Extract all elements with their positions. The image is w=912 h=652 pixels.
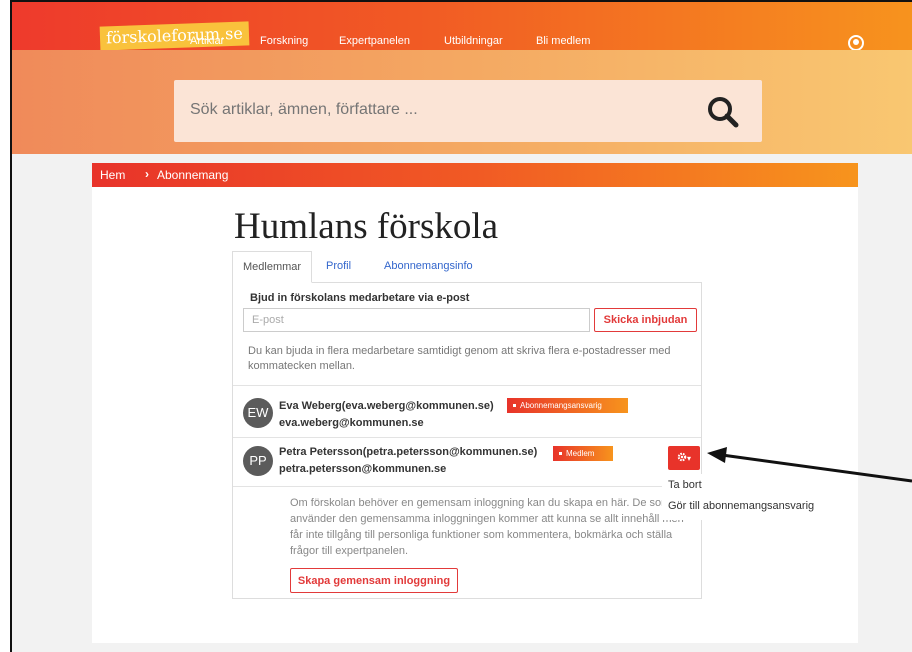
breadcrumb: Hem › Abonnemang (92, 163, 858, 187)
member-name: Eva Weberg(eva.weberg@kommunen.se) (279, 400, 494, 412)
member-email: eva.weberg@kommunen.se (279, 417, 424, 429)
tab-abonnemangsinfo[interactable]: Abonnemangsinfo (374, 251, 483, 283)
divider (233, 385, 701, 386)
site-logo[interactable]: förskoleforum.se (99, 21, 250, 51)
browser-viewport: förskoleforum.se Artiklar Forskning Expe… (10, 0, 912, 652)
member-email: petra.petersson@kommunen.se (279, 463, 447, 475)
status-badge: Medlem (553, 446, 613, 461)
nav-link-bli-medlem[interactable]: Bli medlem (536, 35, 590, 47)
shared-login-description: Om förskolan behöver en gemensam inloggn… (290, 497, 684, 557)
send-invite-button[interactable]: Skicka inbjudan (594, 308, 697, 332)
breadcrumb-home-link[interactable]: Hem (100, 168, 125, 182)
page-title: Humlans förskola (234, 206, 499, 247)
tab-profil[interactable]: Profil (316, 251, 361, 283)
chevron-down-icon: ▾ (686, 454, 691, 463)
tab-bar: Medlemmar Profil Abonnemangsinfo (232, 251, 702, 283)
user-account-icon[interactable] (848, 35, 864, 51)
top-navigation: förskoleforum.se Artiklar Forskning Expe… (12, 2, 912, 51)
nav-link-utbildningar[interactable]: Utbildningar (444, 35, 503, 47)
tab-medlemmar[interactable]: Medlemmar (232, 251, 313, 283)
menu-item-remove[interactable]: Ta bort (668, 479, 702, 491)
create-shared-login-button[interactable]: Skapa gemensam inloggning (290, 568, 458, 593)
search-input[interactable] (190, 101, 670, 119)
menu-item-make-owner[interactable]: Gör till abonnemangsansvarig (668, 500, 814, 512)
invite-help-text: Du kan bjuda in flera medarbetare samtid… (248, 345, 671, 372)
avatar: EW (243, 398, 273, 428)
member-actions-menu: Ta bort Gör till abonnemangsansvarig (662, 474, 844, 520)
search-box (174, 80, 762, 142)
divider (233, 437, 701, 438)
member-name: Petra Petersson(petra.petersson@kommunen… (279, 446, 538, 458)
search-icon[interactable] (704, 94, 744, 130)
breadcrumb-separator-icon: › (145, 167, 149, 181)
nav-link-forskning[interactable]: Forskning (260, 35, 308, 47)
nav-link-expertpanelen[interactable]: Expertpanelen (339, 35, 410, 47)
breadcrumb-current: Abonnemang (157, 168, 229, 182)
email-field[interactable] (243, 308, 590, 332)
nav-link-artiklar[interactable]: Artiklar (190, 35, 224, 47)
avatar: PP (243, 446, 273, 476)
status-badge: Abonnemangsansvarig (507, 398, 628, 413)
member-settings-button[interactable]: ▾ (668, 446, 700, 470)
divider (233, 486, 701, 487)
invite-heading: Bjud in förskolans medarbetare via e-pos… (250, 292, 470, 304)
gear-icon (677, 452, 687, 462)
